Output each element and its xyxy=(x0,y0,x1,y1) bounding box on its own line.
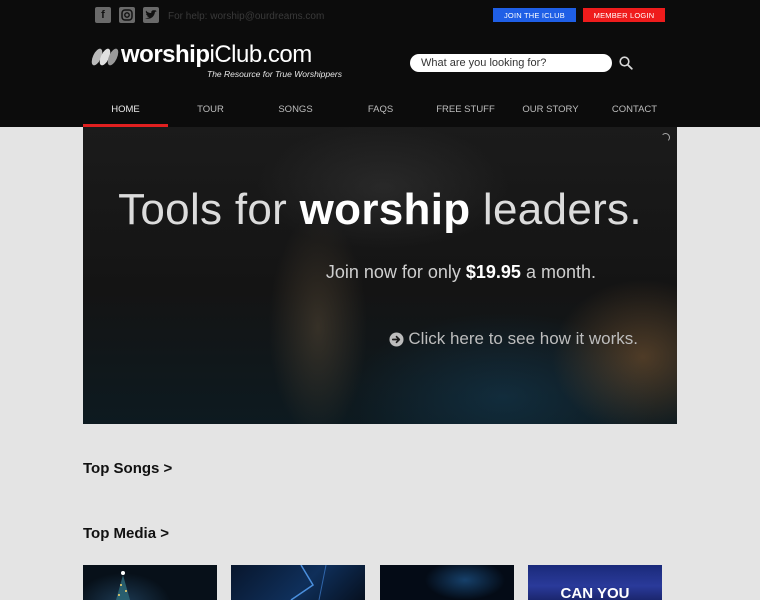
nav-faqs[interactable]: FAQS xyxy=(338,104,423,115)
loading-spinner-icon xyxy=(661,133,670,142)
nav-contact[interactable]: CONTACT xyxy=(592,104,677,115)
media-thumbnail[interactable]: CAN YOU xyxy=(528,565,662,600)
facebook-icon[interactable]: f xyxy=(95,7,111,23)
media-thumbnail[interactable] xyxy=(231,565,365,600)
top-songs-heading[interactable]: Top Songs > xyxy=(83,460,172,477)
hero-title: Tools for worship leaders. xyxy=(83,185,677,235)
logo-mark-icon[interactable] xyxy=(91,46,119,68)
site-logo[interactable]: worshipiClub.com xyxy=(121,41,312,69)
site-header: f For help: worship@ourdreams.com JOIN T… xyxy=(0,0,760,127)
nav-our-story[interactable]: OUR STORY xyxy=(508,104,593,115)
nav-songs[interactable]: SONGS xyxy=(253,104,338,115)
hero-title-post: leaders. xyxy=(470,185,642,234)
search-icon[interactable] xyxy=(619,56,633,70)
media-thumbnail[interactable] xyxy=(380,565,514,600)
twitter-icon[interactable] xyxy=(143,7,159,23)
join-iclub-button[interactable]: JOIN THE ICLUB xyxy=(493,8,576,22)
hero-title-bold: worship xyxy=(299,185,471,234)
nav-tour[interactable]: TOUR xyxy=(168,104,253,115)
how-it-works-label: Click here to see how it works. xyxy=(408,329,638,348)
nav-free-stuff[interactable]: FREE STUFF xyxy=(423,104,508,115)
instagram-icon[interactable] xyxy=(119,7,135,23)
media-thumbnail-text: CAN YOU xyxy=(560,585,630,600)
hero-subtitle: Join now for only $19.95 a month. xyxy=(326,262,596,283)
logo-name-rest: iClub.com xyxy=(209,41,313,68)
member-login-button[interactable]: MEMBER LOGIN xyxy=(583,8,665,22)
christmas-tree-icon xyxy=(116,571,130,600)
search-input[interactable] xyxy=(410,54,612,72)
site-tagline: The Resource for True Worshippers xyxy=(207,69,342,79)
hero-sub-post: a month. xyxy=(520,262,596,282)
hero-price: $19.95 xyxy=(465,262,521,282)
media-thumbnail[interactable] xyxy=(83,565,217,600)
hero-banner[interactable]: Tools for worship leaders. Join now for … xyxy=(83,127,677,424)
nav-home[interactable]: HOME xyxy=(83,104,168,115)
logo-name-bold: worship xyxy=(121,41,210,68)
hero-title-pre: Tools for xyxy=(118,185,300,234)
how-it-works-link[interactable]: Click here to see how it works. xyxy=(389,329,638,349)
contact-email[interactable]: For help: worship@ourdreams.com xyxy=(168,11,324,22)
hero-sub-pre: Join now for only xyxy=(325,262,466,282)
light-streak-icon xyxy=(290,565,327,600)
arrow-circle-right-icon xyxy=(389,331,404,347)
top-media-heading[interactable]: Top Media > xyxy=(83,525,169,542)
